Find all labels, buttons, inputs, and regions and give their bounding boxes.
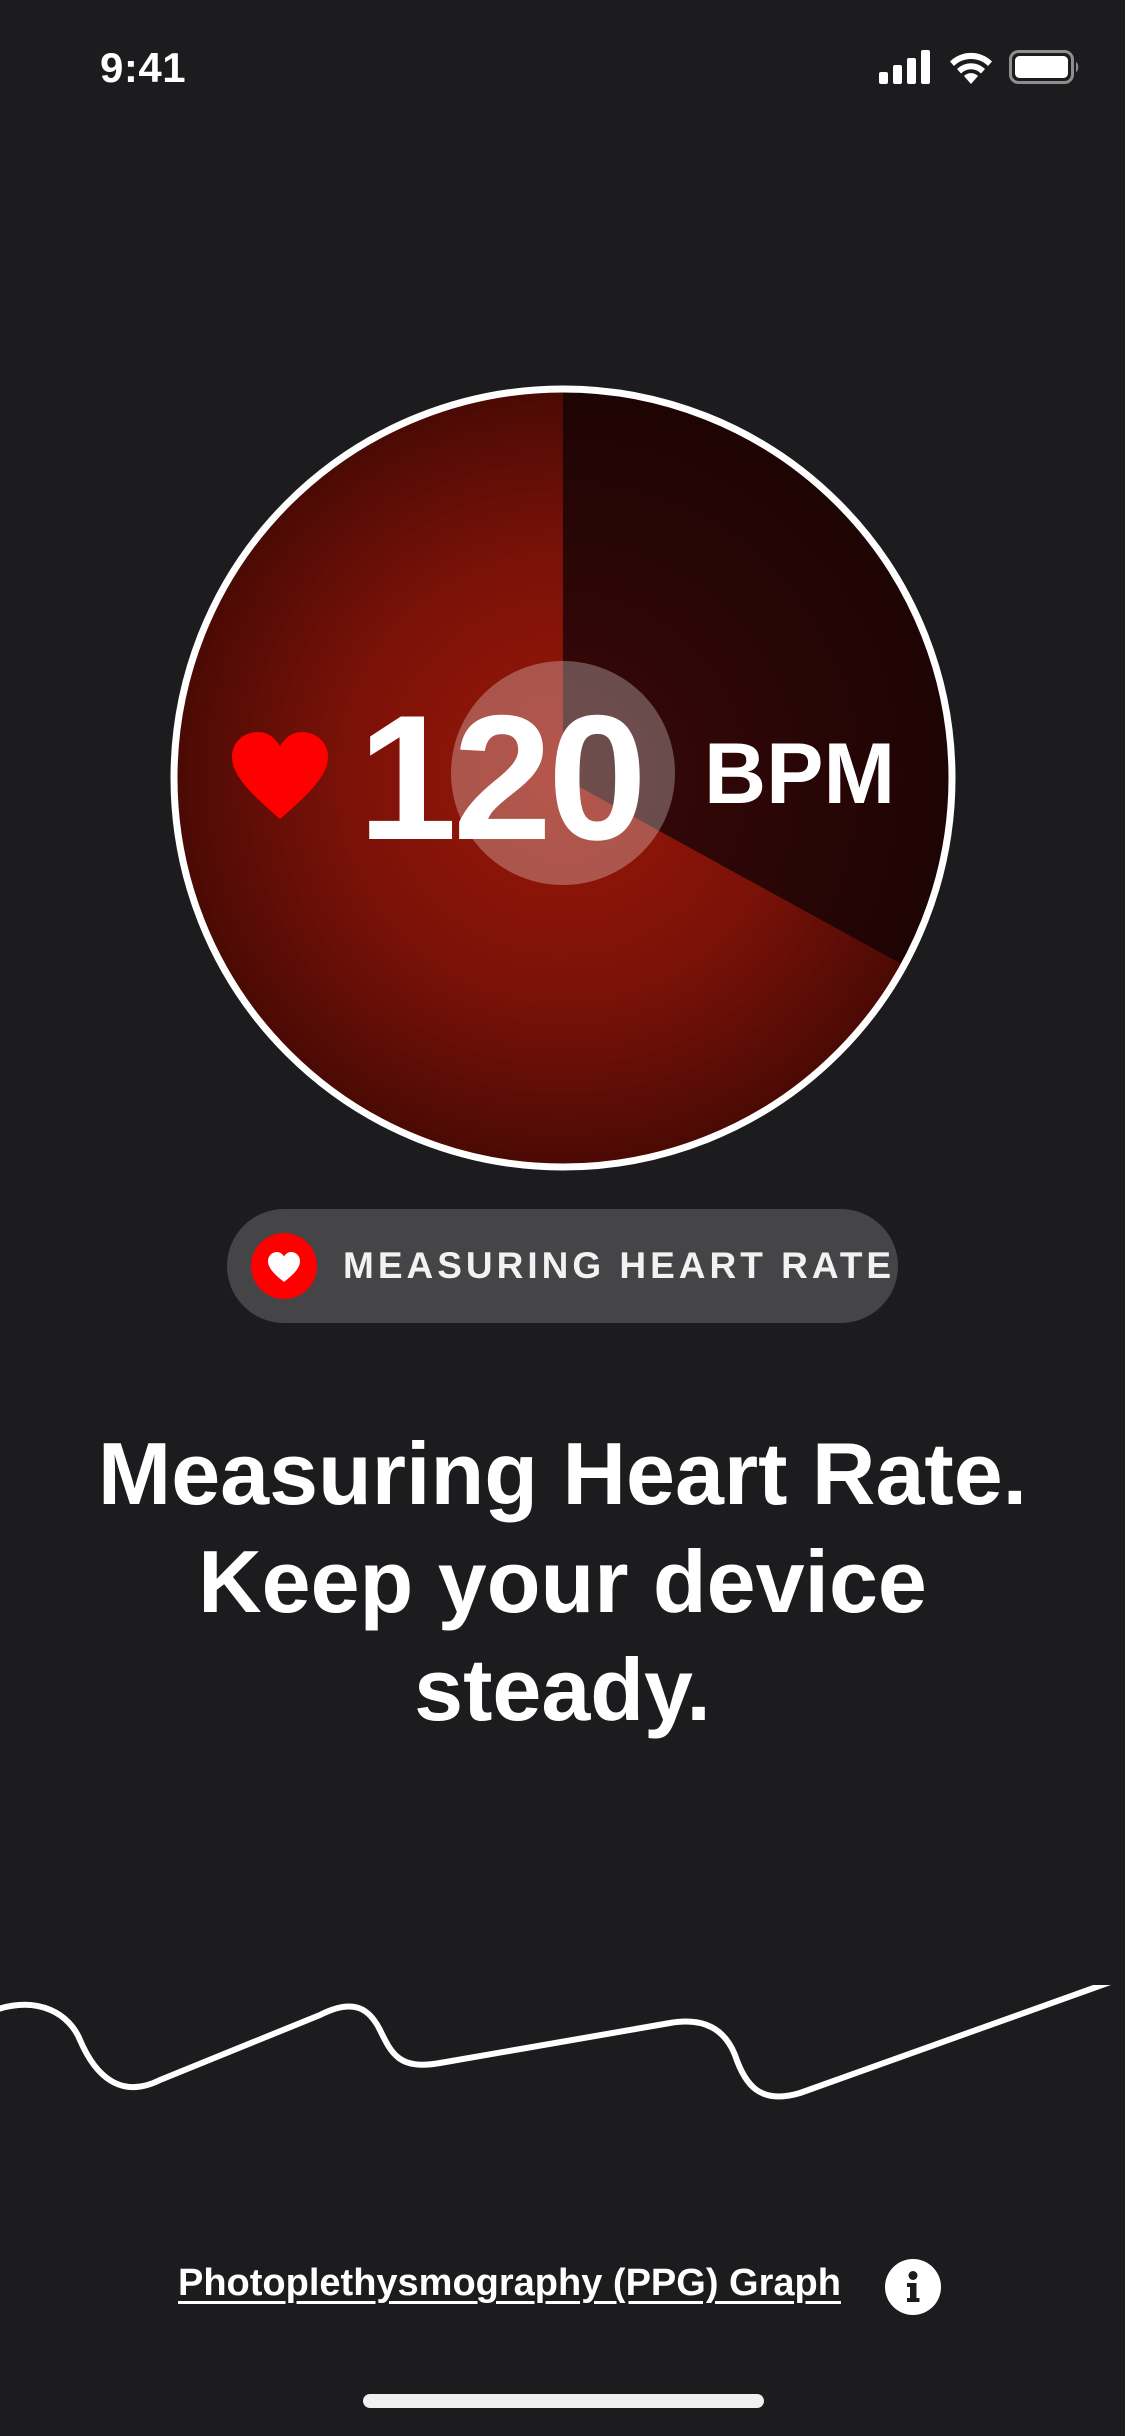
battery-icon [1009,50,1079,84]
status-icons [879,50,1081,84]
status-pill-label: MEASURING HEART RATE [343,1245,896,1286]
heart-rate-dial: 120 BPM [168,383,958,1173]
heart-badge-icon [251,1233,317,1299]
bpm-value: 120 [358,678,647,877]
info-icon [907,2271,920,2302]
cellular-signal-icon [879,50,930,84]
home-indicator[interactable] [363,2394,764,2408]
status-time: 9:41 [100,44,187,91]
measuring-status-pill: MEASURING HEART RATE [227,1209,898,1323]
bpm-unit: BPM [704,726,896,822]
headline-line-3: steady. [414,1640,711,1739]
headline-line-1: Measuring Heart Rate. [97,1424,1028,1523]
info-button[interactable] [885,2259,941,2315]
instruction-headline: Measuring Heart Rate. Keep your device s… [40,1420,1085,1744]
heart-icon [232,732,328,819]
wifi-icon [950,52,992,84]
ppg-graph-link[interactable]: Photoplethysmography (PPG) Graph [178,2262,841,2305]
status-bar: 9:41 [0,0,1125,132]
ppg-waveform [0,1985,1111,2100]
headline-line-2: Keep your device [198,1532,927,1631]
